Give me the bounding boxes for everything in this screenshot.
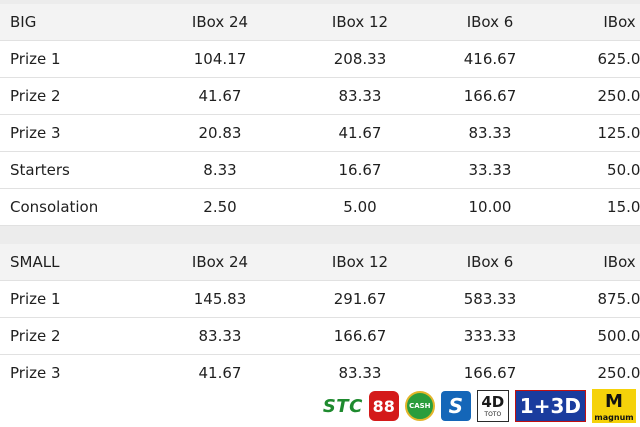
header-cell: SMALL: [10, 253, 60, 271]
table-cell: 16.67: [338, 161, 382, 179]
table-row: Consolation 2.50 5.00 10.00 15.00: [0, 189, 640, 226]
header-cell: IBox 6: [466, 253, 514, 271]
table-cell: 83.33: [198, 327, 242, 345]
header-cell: IBox 12: [331, 13, 389, 31]
table-row: Prize 2 41.67 83.33 166.67 250.00: [0, 78, 640, 115]
cash-sweep-logo: CASH: [404, 391, 435, 421]
row-label: Prize 1: [10, 50, 61, 68]
table-cell: 20.83: [198, 124, 242, 142]
header-cell: IBox 24: [191, 253, 249, 271]
one-three-d-logo: 1+3D: [514, 390, 586, 422]
da-ma-cai-logo: 88: [368, 391, 399, 421]
header-cell: IBox 12: [331, 253, 389, 271]
header-cell: IBox 4: [603, 253, 640, 271]
table-cell: 145.83: [193, 290, 247, 308]
lottery-logos: STC 88 CASH S 4D TOTO 1+3D M magnum: [323, 386, 636, 426]
row-label: Starters: [10, 161, 70, 179]
toto-4d-sub: TOTO: [484, 411, 502, 418]
row-label: Prize 1: [10, 290, 61, 308]
table-row: Prize 2 83.33 166.67 333.33 500.00: [0, 318, 640, 355]
table-header-row: BIG IBox 24 IBox 12 IBox 6 IBox 4: [0, 4, 640, 41]
row-label: Prize 2: [10, 87, 61, 105]
table-row: Prize 3 20.83 41.67 83.33 125.00: [0, 115, 640, 152]
table-cell: 291.67: [333, 290, 387, 308]
magnum-logo: M magnum: [592, 389, 636, 423]
table-cell: 250.00: [597, 87, 640, 105]
header-cell: IBox 6: [466, 13, 514, 31]
row-label: Prize 2: [10, 327, 61, 345]
table-cell: 83.33: [338, 87, 382, 105]
table-cell: 333.33: [463, 327, 517, 345]
stc-logo: STC: [322, 395, 363, 417]
table-cell: 41.67: [338, 124, 382, 142]
header-cell: IBox 4: [603, 13, 640, 31]
table-cell: 166.67: [333, 327, 387, 345]
table-cell: 583.33: [463, 290, 517, 308]
table-row: Prize 1 145.83 291.67 583.33 875.00: [0, 281, 640, 318]
table-cell: 2.50: [203, 198, 237, 216]
toto-4d-logo: 4D TOTO: [476, 390, 509, 422]
payout-page: BIG IBox 24 IBox 12 IBox 6 IBox 4 Prize …: [0, 0, 640, 427]
table-cell: 5.00: [343, 198, 377, 216]
table-cell: 125.00: [597, 124, 640, 142]
table-cell: 33.33: [468, 161, 512, 179]
table-cell: 166.67: [463, 87, 517, 105]
toto-4d-mark: 4D: [481, 393, 505, 411]
table-cell: 83.33: [468, 124, 512, 142]
magnum-mark: M: [605, 390, 623, 412]
header-cell: IBox 24: [191, 13, 249, 31]
row-label: Prize 3: [10, 124, 61, 142]
magnum-word: magnum: [594, 412, 634, 422]
table-cell: 50.00: [607, 161, 640, 179]
header-cell: BIG: [10, 13, 37, 31]
table-header-row: SMALL IBox 24 IBox 12 IBox 6 IBox 4: [0, 244, 640, 281]
table-row: Starters 8.33 16.67 33.33 50.00: [0, 152, 640, 189]
small-payout-table: SMALL IBox 24 IBox 12 IBox 6 IBox 4 Priz…: [0, 244, 640, 392]
row-label: Consolation: [10, 198, 99, 216]
table-cell: 41.67: [198, 87, 242, 105]
table-cell: 875.00: [597, 290, 640, 308]
table-cell: 416.67: [463, 50, 517, 68]
table-cell: 500.00: [597, 327, 640, 345]
big-payout-table: BIG IBox 24 IBox 12 IBox 6 IBox 4 Prize …: [0, 4, 640, 226]
table-row: Prize 1 104.17 208.33 416.67 625.00: [0, 41, 640, 78]
table-cell: 10.00: [468, 198, 512, 216]
table-cell: 8.33: [203, 161, 237, 179]
table-cell: 625.00: [597, 50, 640, 68]
table-cell: 15.00: [607, 198, 640, 216]
table-cell: 208.33: [333, 50, 387, 68]
table-cell: 104.17: [193, 50, 247, 68]
sabah-logo: S: [440, 391, 471, 421]
